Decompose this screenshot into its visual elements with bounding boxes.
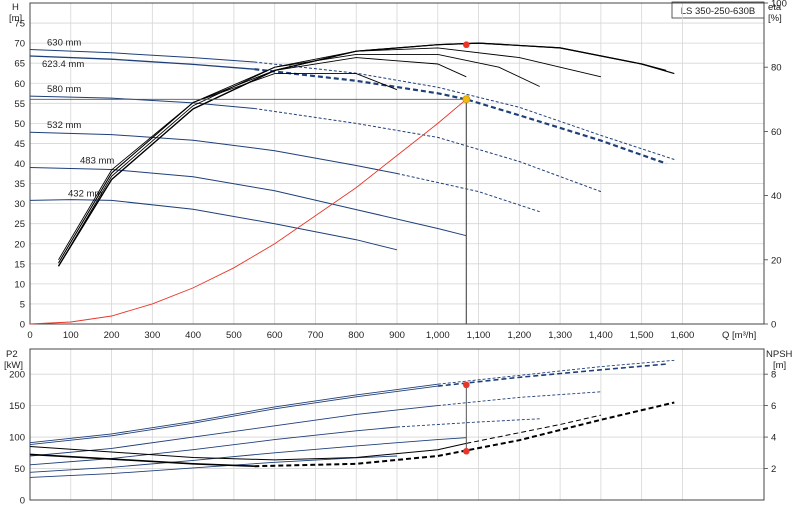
power-curve-dashed-1 bbox=[437, 363, 667, 387]
efficiency-curve-5 bbox=[58, 73, 398, 261]
power-tick-label: 150 bbox=[9, 401, 25, 412]
eta-tick-label: 40 bbox=[771, 191, 782, 202]
eta-axis-unit: [%] bbox=[768, 13, 782, 24]
power-curve-3 bbox=[29, 426, 398, 466]
eta-tick-label: 20 bbox=[771, 255, 782, 266]
system-curve bbox=[29, 98, 467, 325]
x-tick-label: 900 bbox=[389, 330, 405, 341]
head-tick-label: 65 bbox=[14, 59, 25, 70]
x-tick-label: 700 bbox=[308, 330, 324, 341]
eta-tick-label: 0 bbox=[771, 320, 776, 331]
eta-tick-label: 100 bbox=[771, 0, 787, 10]
npsh-axis-title: NPSH bbox=[766, 349, 793, 360]
power-npsh-panel: 0 50 100 150 200 2 4 6 8 bbox=[9, 348, 776, 507]
duty-point-power bbox=[463, 381, 470, 389]
head-tick-label: 0 bbox=[20, 320, 25, 331]
head-tick-label: 5 bbox=[20, 299, 25, 310]
head-tick-label: 30 bbox=[14, 199, 25, 210]
diameter-label: 630 mm bbox=[47, 38, 81, 49]
x-tick-label: 1,600 bbox=[671, 330, 695, 341]
model-badge: LS 350-250-630B bbox=[671, 1, 765, 19]
head-curve-2 bbox=[29, 95, 255, 109]
head-tick-label: 50 bbox=[14, 119, 25, 130]
x-tick-label: 1,200 bbox=[507, 330, 531, 341]
head-tick-label: 25 bbox=[14, 219, 25, 230]
npsh-curve-dashed-0 bbox=[254, 401, 675, 468]
x-tick-label: 600 bbox=[267, 330, 283, 341]
head-curve-4 bbox=[29, 167, 467, 237]
head-tick-label: 15 bbox=[14, 259, 25, 270]
x-tick-label: 800 bbox=[348, 330, 364, 341]
x-tick-label: 300 bbox=[144, 330, 160, 341]
head-curve-3 bbox=[29, 131, 398, 174]
flow-axis-title: Q [m³/h] bbox=[722, 330, 756, 341]
x-tick-label: 1,400 bbox=[589, 330, 613, 341]
head-tick-label: 45 bbox=[14, 139, 25, 150]
x-tick-label: 100 bbox=[63, 330, 79, 341]
x-tick-label: 500 bbox=[226, 330, 242, 341]
diameter-label: 580 mm bbox=[47, 84, 81, 95]
power-curve-5 bbox=[29, 455, 398, 478]
duty-point-head bbox=[462, 95, 471, 104]
eta-tick-label: 60 bbox=[771, 127, 782, 138]
x-tick-label: 1,100 bbox=[467, 330, 491, 341]
power-tick-label: 0 bbox=[20, 496, 25, 507]
head-tick-label: 75 bbox=[14, 19, 25, 30]
head-tick-label: 55 bbox=[14, 99, 25, 110]
npsh-tick-label: 2 bbox=[771, 464, 776, 475]
efficiency-curve-3 bbox=[58, 53, 540, 264]
power-axis-title: P2 bbox=[6, 349, 18, 360]
x-tick-label: 200 bbox=[104, 330, 120, 341]
x-tick-label: 1,000 bbox=[426, 330, 450, 341]
power-tick-label: 100 bbox=[9, 433, 25, 444]
head-grid bbox=[29, 3, 764, 500]
head-curve-dashed-3 bbox=[396, 173, 540, 213]
duty-point-npsh bbox=[463, 447, 470, 455]
head-tick-label: 10 bbox=[14, 279, 25, 290]
power-tick-label: 200 bbox=[9, 370, 25, 381]
efficiency-curve-1 bbox=[57, 42, 667, 267]
x-tick-label: 1,300 bbox=[548, 330, 572, 341]
efficiency-curve-0 bbox=[57, 42, 675, 267]
head-tick-label: 60 bbox=[14, 79, 25, 90]
model-badge-text: LS 350-250-630B bbox=[681, 6, 755, 17]
head-tick-label: 20 bbox=[14, 239, 25, 250]
head-efficiency-panel: 0 100 200 300 400 500 600 700 800 900 1,000 1,100 1,… bbox=[14, 0, 787, 500]
head-tick-label: 40 bbox=[14, 159, 25, 170]
npsh-tick-label: 4 bbox=[771, 433, 776, 444]
eta-tick-label: 80 bbox=[771, 63, 782, 74]
diameter-label: 623.4 mm bbox=[42, 59, 84, 70]
power-curve-dashed-0 bbox=[437, 359, 675, 385]
head-curve-dashed-2 bbox=[254, 108, 602, 193]
npsh-tick-label: 8 bbox=[771, 370, 776, 381]
head-curve-dashed-0 bbox=[254, 61, 675, 160]
x-tick-label: 400 bbox=[185, 330, 201, 341]
diameter-label: 483 mm bbox=[80, 156, 114, 167]
x-tick-label: 0 bbox=[27, 330, 32, 341]
head-curve-5 bbox=[29, 199, 398, 251]
power-curve-dashed-3 bbox=[396, 418, 540, 428]
power-tick-label: 50 bbox=[14, 464, 25, 475]
duty-point-efficiency bbox=[463, 41, 470, 49]
head-tick-label: 70 bbox=[14, 39, 25, 50]
pump-performance-chart: LS 350-250-630B H [m] eta [%] Q [m³/h] P… bbox=[4, 0, 793, 507]
npsh-tick-label: 6 bbox=[771, 401, 776, 412]
diameter-label: 532 mm bbox=[47, 120, 81, 131]
x-tick-label: 1,500 bbox=[630, 330, 654, 341]
head-axis-title: H bbox=[12, 2, 19, 13]
head-tick-label: 35 bbox=[14, 179, 25, 190]
